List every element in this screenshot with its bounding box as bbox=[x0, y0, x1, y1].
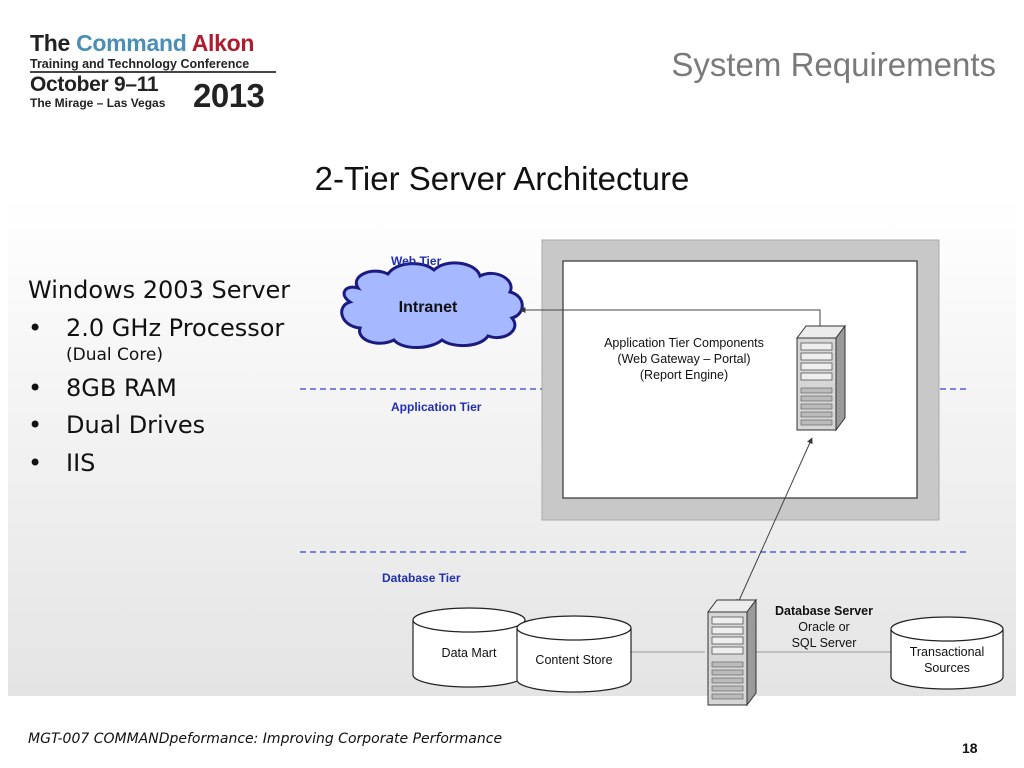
application-tier-label: Application Tier bbox=[391, 400, 482, 414]
footer-text: MGT-007 COMMANDpeformance: Improving Cor… bbox=[28, 731, 503, 747]
db-server-icon bbox=[707, 598, 757, 707]
db-server-line: SQL Server bbox=[791, 636, 857, 650]
app-components-line: (Report Engine) bbox=[639, 368, 729, 382]
transactional-sources-label: Transactional Sources bbox=[893, 644, 1001, 676]
app-server-icon bbox=[796, 324, 846, 432]
transactional-line: Transactional bbox=[909, 645, 985, 659]
db-server-line: Oracle or bbox=[798, 620, 850, 634]
db-server-label: Database Server Oracle or SQL Server bbox=[764, 603, 884, 651]
app-components-line: (Web Gateway – Portal) bbox=[617, 352, 751, 366]
web-tier-label: Web Tier bbox=[391, 254, 442, 268]
content-store-label: Content Store bbox=[535, 653, 613, 667]
intranet-label: Intranet bbox=[398, 299, 458, 316]
db-server-title: Database Server bbox=[775, 604, 873, 618]
app-components-label: Application Tier Components (Web Gateway… bbox=[570, 335, 798, 383]
transactional-line: Sources bbox=[924, 661, 970, 675]
database-tier-label: Database Tier bbox=[382, 571, 461, 585]
page-number: 18 bbox=[962, 740, 978, 756]
data-mart-label: Data Mart bbox=[441, 646, 497, 660]
app-components-line: Application Tier Components bbox=[604, 336, 764, 350]
